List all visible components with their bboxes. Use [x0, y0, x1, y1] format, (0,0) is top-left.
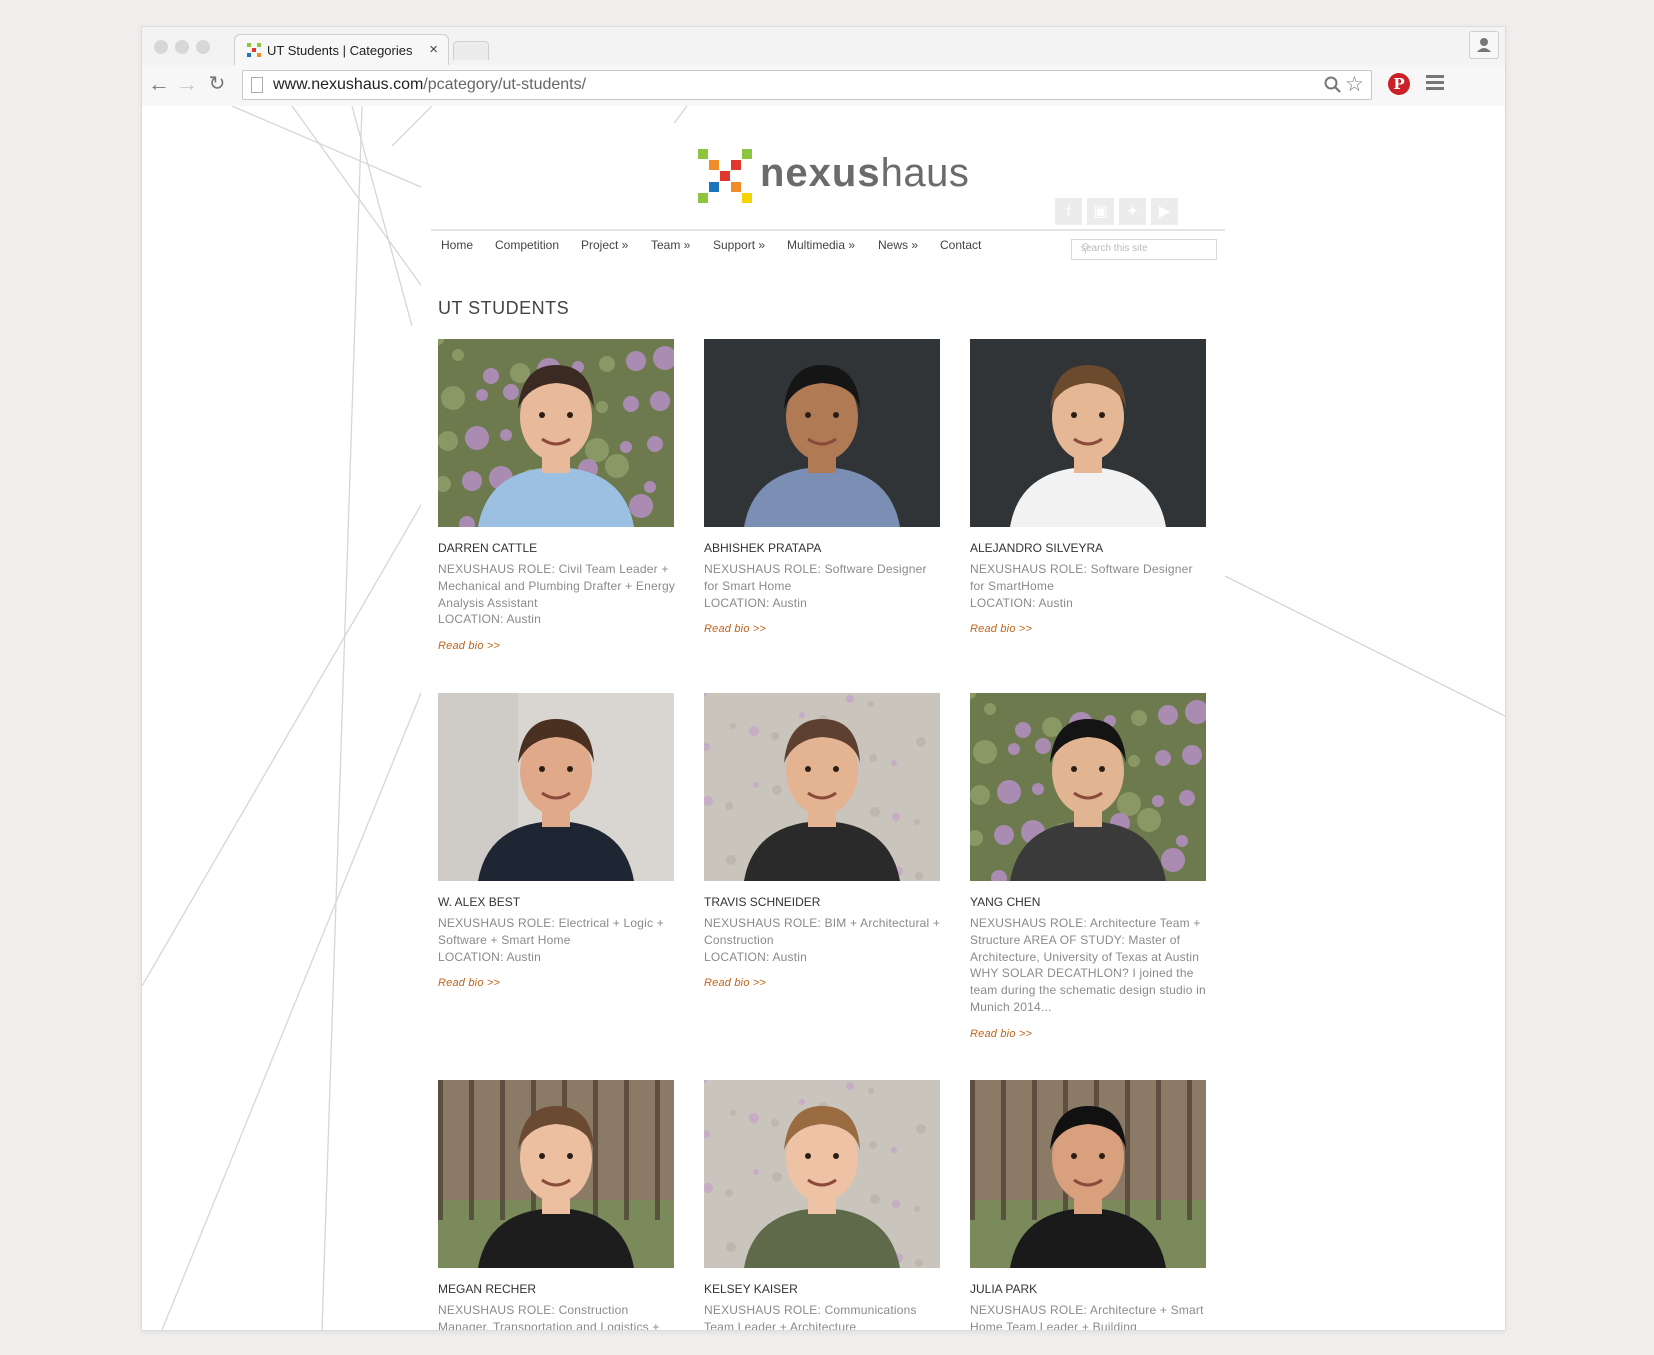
nexushaus-logo-icon	[698, 149, 752, 203]
student-name: ABHISHEK PRATAPA	[704, 541, 822, 555]
read-bio-link[interactable]: Read bio >>	[704, 975, 944, 992]
student-name: W. ALEX BEST	[438, 895, 521, 909]
student-role-text: NEXUSHAUS ROLE: Communications Team Lead…	[704, 1303, 917, 1330]
user-icon	[1477, 38, 1491, 52]
student-name: KELSEY KAISER	[704, 1282, 798, 1296]
nav-home[interactable]: Home	[441, 238, 473, 252]
main-navigation: Home Competition Project » Team » Suppor…	[431, 229, 1225, 265]
logo-text-haus: haus	[880, 151, 970, 195]
url-text[interactable]: www.nexushaus.com/pcategory/ut-students/	[273, 76, 586, 94]
page-icon	[251, 77, 263, 93]
nav-support[interactable]: Support »	[713, 238, 765, 252]
nexushaus-favicon-icon	[247, 43, 261, 57]
nav-competition[interactable]: Competition	[495, 238, 559, 252]
back-arrow-icon[interactable]: ←	[146, 72, 172, 96]
nav-multimedia[interactable]: Multimedia »	[787, 238, 855, 252]
student-role: NEXUSHAUS ROLE: Communications Team Lead…	[704, 1302, 944, 1330]
forward-arrow-icon[interactable]: →	[174, 72, 200, 96]
student-role: NEXUSHAUS ROLE: Civil Team Leader + Mech…	[438, 561, 678, 655]
browser-tab[interactable]: UT Students | Categories | ×	[234, 34, 449, 66]
nav-team[interactable]: Team »	[651, 238, 690, 252]
student-name: TRAVIS SCHNEIDER	[704, 895, 821, 909]
read-bio-link[interactable]: Read bio >>	[704, 621, 944, 638]
student-role: NEXUSHAUS ROLE: Architecture Team + Stru…	[970, 915, 1210, 1043]
read-bio-link[interactable]: Read bio >>	[438, 638, 678, 655]
page-viewport: nexushaus f ▣ ✦ ▶ Home Competition Proje…	[142, 106, 1505, 1330]
student-photo[interactable]	[704, 693, 940, 881]
logo-text-nexus: nexus	[760, 151, 881, 195]
student-role: NEXUSHAUS ROLE: BIM + Architectural + Co…	[704, 915, 944, 992]
tab-close-icon[interactable]: ×	[429, 41, 438, 58]
student-role: NEXUSHAUS ROLE: Software Designer for Sm…	[970, 561, 1210, 638]
window-minimize-button[interactable]	[175, 40, 189, 54]
student-photo[interactable]	[704, 339, 940, 527]
window-close-button[interactable]	[154, 40, 168, 54]
youtube-icon[interactable]: ▶	[1151, 198, 1178, 225]
instagram-icon[interactable]: ▣	[1087, 198, 1114, 225]
student-role-text: NEXUSHAUS ROLE: Civil Team Leader + Mech…	[438, 562, 676, 627]
reload-icon[interactable]: ↻	[204, 72, 230, 96]
new-tab-button[interactable]	[453, 41, 489, 60]
logo-wordmark: nexushaus	[760, 151, 969, 196]
nexushaus-logo[interactable]: nexushaus	[698, 149, 969, 210]
student-photo[interactable]	[438, 339, 674, 527]
student-name: DARREN CATTLE	[438, 541, 538, 555]
profile-button[interactable]	[1469, 31, 1499, 59]
site-page: nexushaus f ▣ ✦ ▶ Home Competition Proje…	[421, 123, 1225, 1330]
browser-toolbar: ← → ↻ www.nexushaus.com/pcategory/ut-stu…	[142, 65, 1505, 107]
student-name: ALEJANDRO SILVEYRA	[970, 541, 1104, 555]
student-role-text: NEXUSHAUS ROLE: Software Designer for Sm…	[970, 562, 1193, 610]
student-role: NEXUSHAUS ROLE: Electrical + Logic + Sof…	[438, 915, 678, 992]
student-role-text: NEXUSHAUS ROLE: Architecture + Smart Hom…	[970, 1303, 1204, 1330]
student-role: NEXUSHAUS ROLE: Software Designer for Sm…	[704, 561, 944, 638]
student-name: MEGAN RECHER	[438, 1282, 537, 1296]
facebook-icon[interactable]: f	[1055, 198, 1082, 225]
tab-title: UT Students | Categories |	[267, 43, 417, 58]
nav-news[interactable]: News »	[878, 238, 918, 252]
student-photo[interactable]	[438, 1080, 674, 1268]
student-role-text: NEXUSHAUS ROLE: Electrical + Logic + Sof…	[438, 916, 664, 964]
student-role-text: NEXUSHAUS ROLE: Software Designer for Sm…	[704, 562, 927, 610]
tab-strip: UT Students | Categories | ×	[142, 27, 1505, 66]
student-photo[interactable]	[970, 1080, 1206, 1268]
read-bio-link[interactable]: Read bio >>	[438, 975, 678, 992]
student-name: YANG CHEN	[970, 895, 1041, 909]
browser-window: UT Students | Categories | × ← → ↻ www.n…	[142, 27, 1505, 1330]
nav-project[interactable]: Project »	[581, 238, 628, 252]
nav-contact[interactable]: Contact	[940, 238, 981, 252]
url-domain: www.nexushaus.com	[273, 76, 424, 93]
student-role-text: NEXUSHAUS ROLE: Construction Manager, Tr…	[438, 1303, 660, 1330]
student-role-text: NEXUSHAUS ROLE: BIM + Architectural + Co…	[704, 916, 941, 964]
address-bar[interactable]: www.nexushaus.com/pcategory/ut-students/…	[242, 70, 1372, 100]
student-photo[interactable]	[438, 693, 674, 881]
student-role: NEXUSHAUS ROLE: Architecture + Smart Hom…	[970, 1302, 1210, 1330]
bookmark-star-icon[interactable]: ☆	[1345, 72, 1364, 97]
read-bio-link[interactable]: Read bio >>	[970, 621, 1210, 638]
student-role-text: NEXUSHAUS ROLE: Architecture Team + Stru…	[970, 916, 1206, 1014]
student-role: NEXUSHAUS ROLE: Construction Manager, Tr…	[438, 1302, 678, 1330]
student-name: JULIA PARK	[970, 1282, 1038, 1296]
menu-icon[interactable]	[1426, 75, 1444, 93]
read-bio-link[interactable]: Read bio >>	[970, 1026, 1210, 1043]
site-search-input[interactable]: search this site ⚲	[1071, 239, 1217, 260]
search-icon[interactable]: ⚲	[1081, 241, 1212, 255]
search-icon[interactable]	[1324, 76, 1342, 94]
student-photo[interactable]	[970, 339, 1206, 527]
student-photo[interactable]	[704, 1080, 940, 1268]
window-zoom-button[interactable]	[196, 40, 210, 54]
page-title: UT STUDENTS	[438, 298, 570, 318]
student-photo[interactable]	[970, 693, 1206, 881]
url-path: /pcategory/ut-students/	[423, 76, 587, 93]
pinterest-icon[interactable]: P	[1388, 73, 1410, 95]
twitter-icon[interactable]: ✦	[1119, 198, 1146, 225]
